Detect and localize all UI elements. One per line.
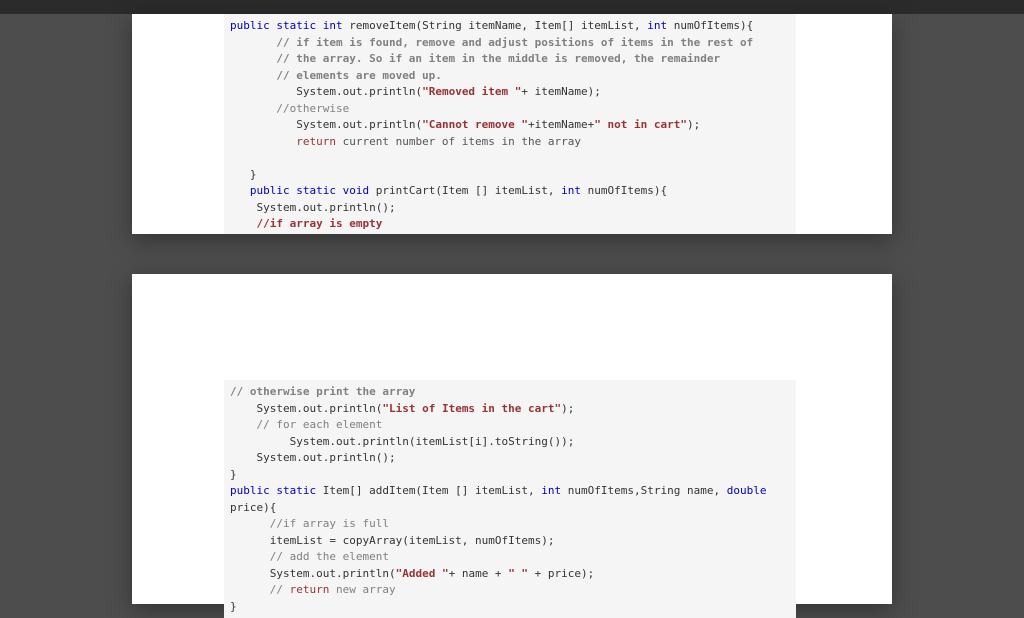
brace: } [230, 600, 237, 613]
comment: // the array. So if an item in the middl… [276, 52, 720, 65]
code: System.out.println( [263, 234, 389, 235]
app-toolbar [0, 0, 1024, 14]
page-1: public static int removeItem(String item… [132, 14, 892, 234]
code: current number of items in the array [343, 135, 581, 148]
code: ); [601, 234, 614, 235]
string: " not in cart" [594, 118, 687, 131]
code: System.out.println(); [257, 451, 396, 464]
kw: int [541, 484, 568, 497]
comment: //otherwise [276, 102, 349, 115]
kw: public static void [250, 184, 376, 197]
code: ); [687, 118, 700, 131]
code: itemList = copyArray(itemList, numOfItem… [270, 534, 555, 547]
code: System.out.println(itemList[i].toString(… [290, 435, 575, 448]
kw-return: return [290, 583, 330, 596]
code: numOfItems){ [674, 19, 753, 32]
kw: double [727, 484, 767, 497]
kw: int [561, 184, 588, 197]
comment: //if array is full [270, 517, 389, 530]
code-block-1: public static int removeItem(String item… [224, 14, 796, 234]
code: +itemName+ [528, 118, 594, 131]
comment: // otherwise print the array [230, 385, 415, 398]
code: + name + [449, 567, 509, 580]
kw: public static [230, 484, 323, 497]
code: numOfItems,String name, [568, 484, 727, 497]
code: + itemName); [521, 85, 600, 98]
code: price){ [230, 501, 276, 514]
code: printCart(Item [] itemList, [376, 184, 561, 197]
comment: // [270, 583, 290, 596]
code: System.out.println( [257, 402, 383, 415]
brace: } [250, 168, 257, 181]
page-2: // otherwise print the array System.out.… [132, 274, 892, 604]
code: System.out.println( [296, 118, 422, 131]
page-stack: public static int removeItem(String item… [132, 14, 892, 604]
kw: int [647, 19, 674, 32]
code: System.out.println( [270, 567, 396, 580]
code: numOfItems){ [588, 184, 667, 197]
page-gap [132, 234, 892, 274]
string: "Removed item " [422, 85, 521, 98]
comment: //if array is empty [257, 217, 383, 230]
code: removeItem(String itemName, Item[] itemL… [349, 19, 647, 32]
string: "Added " [396, 567, 449, 580]
string: "List of Items in the cart" [382, 402, 561, 415]
code: System.out.println( [296, 85, 422, 98]
code: + price); [528, 567, 594, 580]
kw: public static int [230, 19, 349, 32]
comment: // add the element [270, 550, 389, 563]
comment: // for each element [257, 418, 383, 431]
comment: // if item is found, remove and adjust p… [276, 36, 753, 49]
code: addItem(Item [] itemList, [369, 484, 541, 497]
code: Item[] [323, 484, 369, 497]
comment: new array [329, 583, 395, 596]
code: System.out.println(); [257, 201, 396, 214]
string: " " [508, 567, 528, 580]
brace: } [230, 468, 237, 481]
kw-return: return [296, 135, 342, 148]
string: "There are no items in the cart" [389, 234, 601, 235]
code: ); [561, 402, 574, 415]
comment: // elements are moved up. [276, 69, 442, 82]
code-block-2: // otherwise print the array System.out.… [224, 380, 796, 618]
string: "Cannot remove " [422, 118, 528, 131]
